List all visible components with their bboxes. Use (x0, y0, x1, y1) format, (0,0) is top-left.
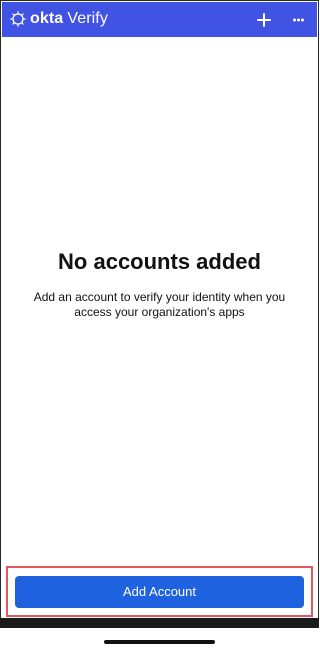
bottom-divider (0, 618, 319, 628)
okta-logo-icon (10, 11, 26, 27)
plus-icon (257, 13, 271, 27)
more-horizontal-icon (293, 18, 304, 22)
brand-verify-text: Verify (67, 10, 108, 27)
app-header: okta Verify (2, 2, 317, 37)
system-bottom-bar (0, 618, 319, 651)
empty-state-subtitle: Add an account to verify your identity w… (33, 290, 286, 319)
add-account-header-button[interactable] (252, 8, 276, 32)
app-window: okta Verify No accounts added Add an acco… (0, 0, 319, 651)
home-indicator[interactable] (104, 640, 215, 644)
add-account-button[interactable]: Add Account (15, 576, 304, 608)
add-account-footer: Add Account (6, 566, 313, 617)
empty-state: No accounts added Add an account to veri… (2, 37, 317, 565)
brand-okta-text: okta (30, 10, 64, 27)
empty-state-title: No accounts added (58, 249, 261, 274)
more-options-button[interactable] (286, 8, 310, 32)
app-brand: okta Verify (30, 9, 108, 29)
